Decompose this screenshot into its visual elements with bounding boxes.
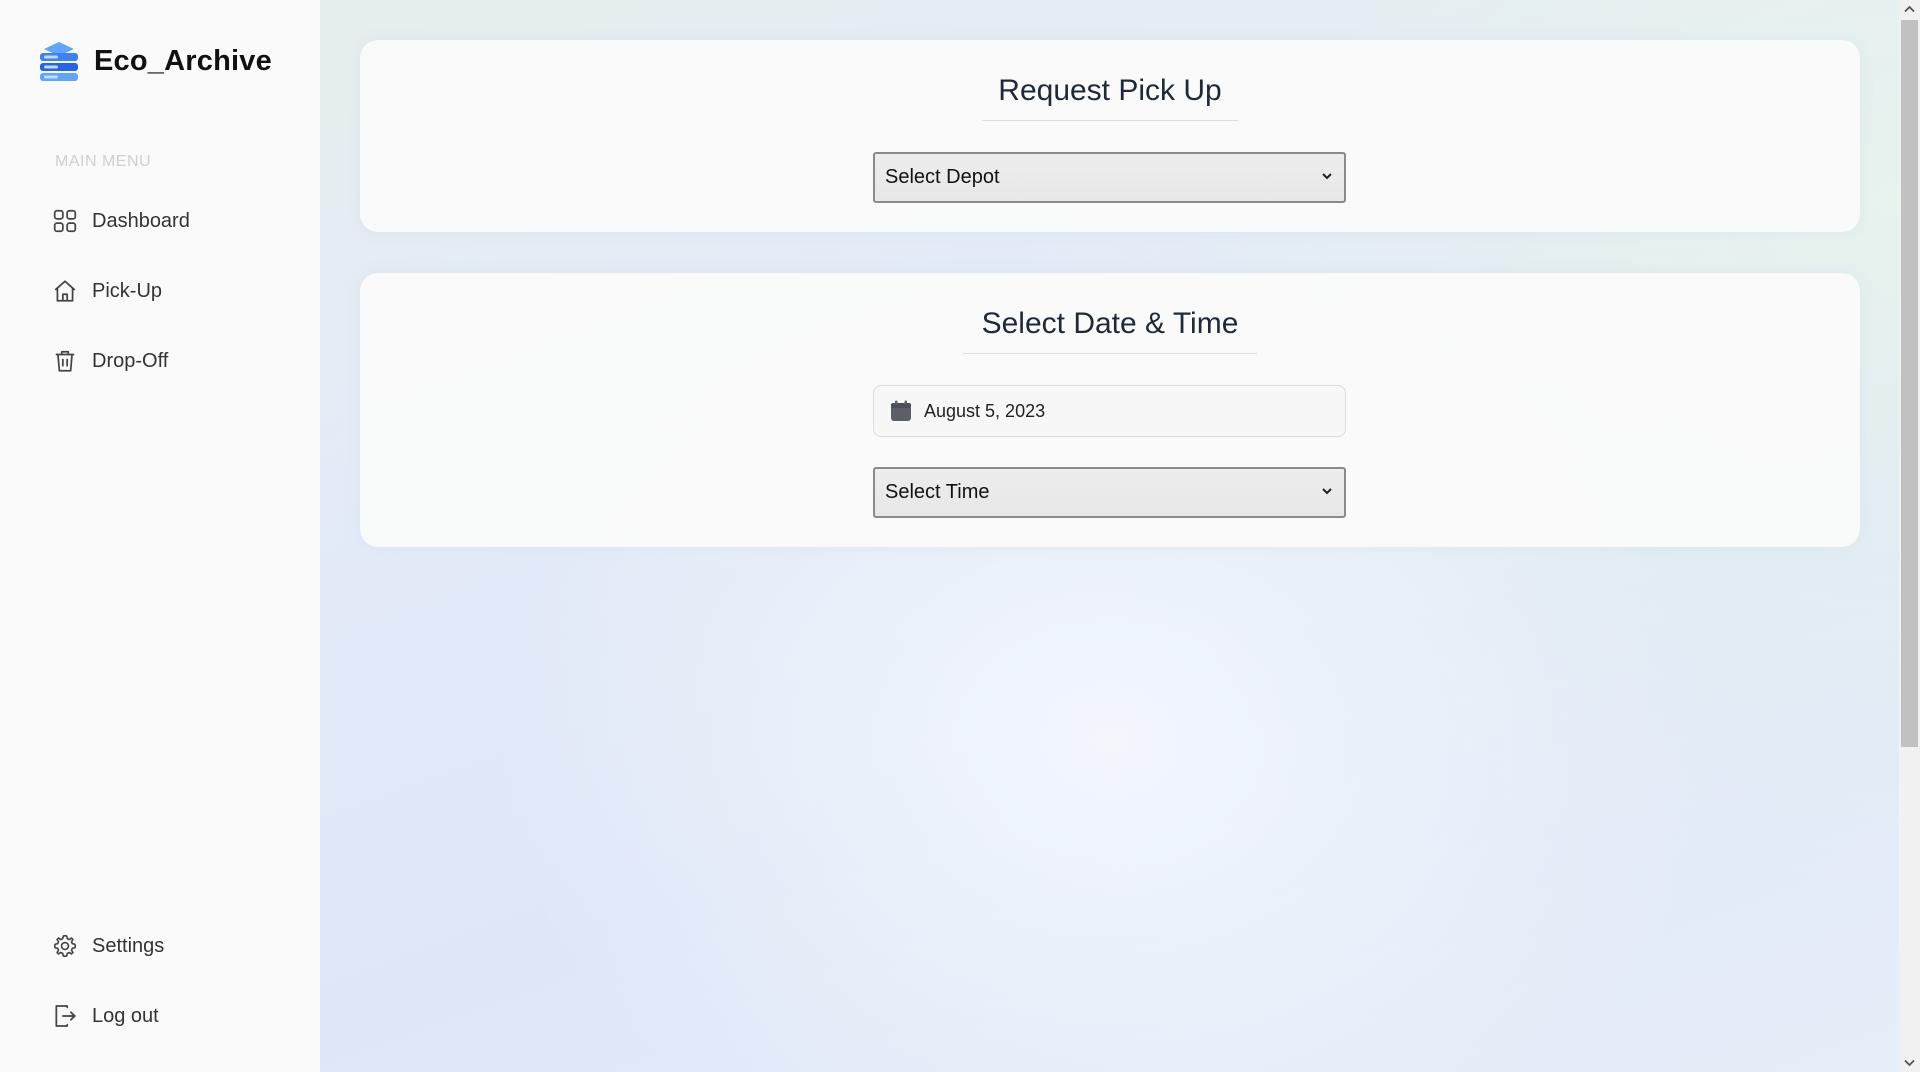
sidebar: Eco_Archive MAIN MENU Dashboard Pick-Up … — [0, 0, 320, 1072]
time-select[interactable]: Select Time — [873, 467, 1346, 518]
title-divider — [963, 353, 1257, 354]
sidebar-item-label: Settings — [92, 934, 165, 957]
sidebar-item-settings[interactable]: Settings — [52, 929, 164, 963]
gear-icon — [53, 934, 77, 958]
sidebar-item-log-out[interactable]: Log out — [52, 999, 159, 1033]
scroll-thumb[interactable] — [1901, 20, 1918, 747]
logout-icon — [55, 1005, 76, 1027]
sidebar-item-label: Pick-Up — [92, 279, 163, 302]
grid-icon — [53, 209, 77, 233]
brand-name: Eco_Archive — [94, 44, 272, 77]
date-time-title: Select Date & Time — [981, 307, 1239, 340]
sidebar-item-drop-off[interactable]: Drop-Off — [52, 344, 168, 378]
sidebar-item-label: Dashboard — [92, 209, 190, 232]
scroll-up-arrow-icon[interactable] — [1903, 3, 1916, 16]
date-time-card: Select Date & Time August 5, 2023 Select… — [360, 273, 1860, 547]
sidebar-item-dashboard[interactable]: Dashboard — [52, 204, 190, 238]
date-picker-input[interactable]: August 5, 2023 — [873, 385, 1346, 437]
brand[interactable]: Eco_Archive — [38, 38, 272, 84]
date-value: August 5, 2023 — [924, 400, 1046, 421]
depot-select-value: Select Depot — [885, 166, 1000, 188]
home-icon — [54, 280, 76, 302]
stacked-server-icon — [40, 42, 78, 81]
calendar-icon — [891, 400, 911, 421]
scroll-down-arrow-icon[interactable] — [1903, 1056, 1916, 1069]
sidebar-item-label: Log out — [92, 1004, 159, 1027]
chevron-down-icon — [1322, 488, 1332, 495]
request-pickup-title: Request Pick Up — [998, 74, 1222, 107]
depot-select[interactable]: Select Depot — [873, 152, 1346, 203]
page-scrollbar[interactable] — [1899, 0, 1920, 1072]
trash-icon — [55, 350, 75, 372]
title-divider — [982, 120, 1238, 121]
chevron-down-icon — [1322, 173, 1332, 180]
request-pickup-card: Request Pick Up Select Depot — [360, 40, 1860, 232]
sidebar-item-label: Drop-Off — [92, 349, 169, 372]
time-select-value: Select Time — [885, 481, 990, 503]
main-menu-heading: MAIN MENU — [55, 153, 152, 170]
sidebar-item-pick-up[interactable]: Pick-Up — [52, 274, 162, 308]
